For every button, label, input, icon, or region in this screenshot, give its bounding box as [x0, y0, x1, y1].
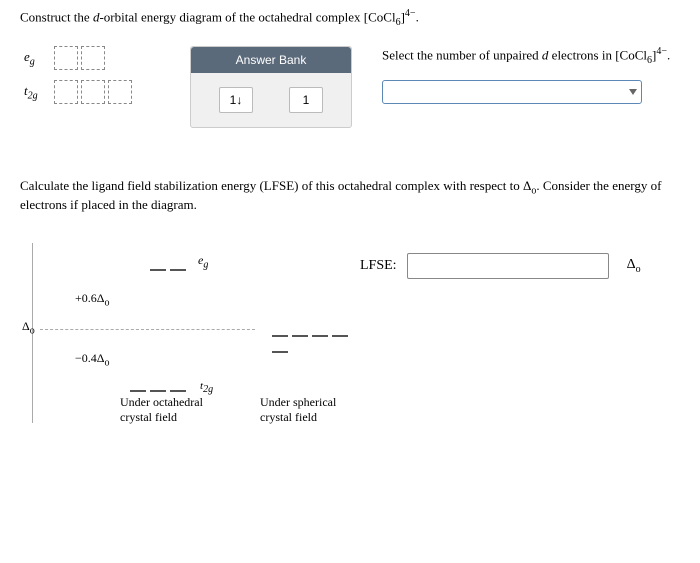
spherical-label: Under spherical crystal field [260, 395, 336, 425]
eg-orbital-slot[interactable] [81, 46, 105, 70]
minus-04-label: −0.4Δo [75, 351, 109, 368]
t2g-orbital-slot[interactable] [81, 80, 105, 104]
eg-level-label: eg [198, 253, 208, 270]
orbital-diagram: eg t2g [20, 46, 190, 114]
delta-o-axis-label: Δo [22, 319, 35, 336]
answer-bank-title: Answer Bank [191, 47, 351, 73]
question-2: Select the number of unpaired d electron… [382, 46, 680, 66]
octahedral-label: Under octahedral crystal field [120, 395, 203, 425]
question-1: Construct the d-orbital energy diagram o… [20, 8, 680, 28]
answer-bank: Answer Bank 1↓ 1 [190, 46, 352, 128]
question-3: Calculate the ligand field stabilization… [20, 178, 680, 213]
q2-mid: electrons in [CoCl [548, 47, 647, 62]
t2g-label: t2g [20, 83, 54, 102]
q2-prefix: Select the number of unpaired [382, 47, 542, 62]
eg-label: eg [20, 49, 54, 68]
unpaired-electrons-dropdown[interactable] [382, 80, 642, 104]
barycenter-line [40, 329, 255, 330]
electron-tile-single[interactable]: 1 [289, 87, 323, 113]
t2g-orbital-slot[interactable] [108, 80, 132, 104]
q1-dot: . [416, 9, 419, 24]
q1-prefix: Construct the [20, 9, 93, 24]
plus-06-label: +0.6Δo [75, 291, 109, 308]
t2g-level-label: t2g [200, 380, 213, 395]
q2-dot: . [667, 47, 670, 62]
eg-level [150, 259, 190, 275]
q1-mid: -orbital energy diagram of the octahedra… [99, 9, 395, 24]
electron-tile-paired[interactable]: 1↓ [219, 87, 253, 113]
chevron-down-icon [629, 89, 637, 95]
t2g-level [130, 380, 190, 396]
delta-o-unit: Δo [627, 257, 641, 275]
eg-orbital-slot[interactable] [54, 46, 78, 70]
lfse-input[interactable] [407, 253, 609, 279]
lfse-label: LFSE: [360, 258, 397, 274]
q3a: Calculate the ligand field stabilization… [20, 178, 531, 193]
energy-level-diagram: eg +0.6Δo Δo −0.4Δo t2g Under octahedral… [20, 233, 360, 433]
q1-charge: 4− [405, 8, 416, 19]
t2g-orbital-slot[interactable] [54, 80, 78, 104]
q2-charge: 4− [656, 46, 667, 57]
spherical-level [272, 325, 360, 357]
